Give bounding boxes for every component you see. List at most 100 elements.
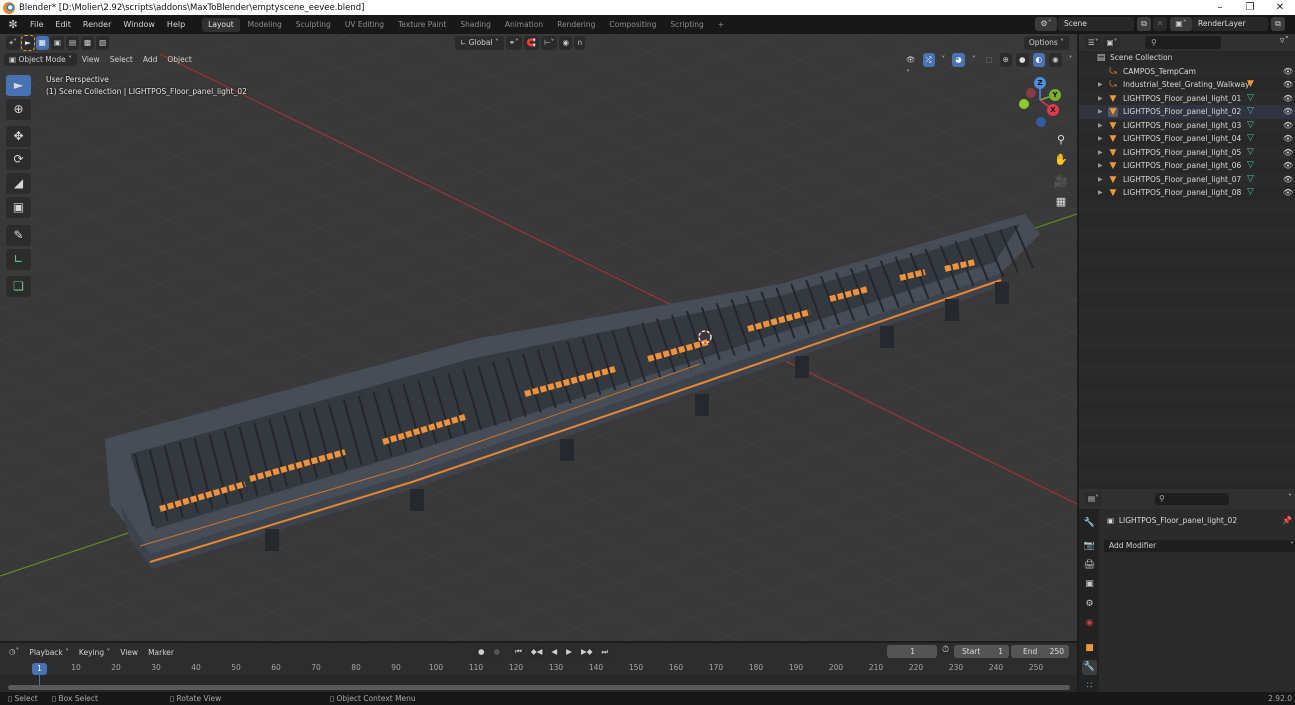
auto-keying-toggle[interactable]: ● bbox=[475, 645, 488, 659]
visibility-eye-icon[interactable]: 👁 bbox=[1283, 65, 1293, 79]
tab-sculpting[interactable]: Sculpting bbox=[290, 18, 337, 32]
pin-icon[interactable]: 📌 bbox=[1282, 516, 1292, 525]
selection-mode-invert-button[interactable]: ▩ bbox=[81, 35, 95, 50]
transform-orientation-dropdown[interactable]: ∟ Global ˅ bbox=[455, 36, 504, 50]
scene-tab-icon[interactable]: ⚙ bbox=[1082, 597, 1097, 612]
snap-toggle[interactable]: 🧲 bbox=[523, 36, 540, 50]
scene-selector-icon[interactable]: ⚙˅ bbox=[1035, 17, 1057, 31]
xray-toggle[interactable]: □ bbox=[983, 53, 996, 67]
expand-arrow-icon[interactable]: ▶ bbox=[1098, 159, 1103, 173]
view-layer-name-field[interactable]: RenderLayer bbox=[1192, 17, 1268, 31]
tool-tab-icon[interactable]: 🔧 bbox=[1082, 516, 1097, 531]
move-tool-icon[interactable]: ✥ bbox=[6, 126, 31, 147]
mesh-data-icon[interactable]: ▽ bbox=[1247, 186, 1254, 200]
minimize-button[interactable]: – bbox=[1205, 0, 1235, 15]
visibility-eye-icon[interactable]: 👁 bbox=[1283, 132, 1293, 146]
selection-mode-subtract-button[interactable]: ▤ bbox=[65, 35, 80, 50]
outliner-item[interactable]: ▶ ▼ LIGHTPOS_Floor_panel_light_02 ▽ 👁 bbox=[1079, 105, 1295, 119]
menu-object[interactable]: Object bbox=[162, 53, 196, 66]
modifiers-tab-icon[interactable]: 🔧 bbox=[1082, 660, 1097, 675]
proportional-editing-toggle[interactable]: ◉ bbox=[559, 36, 572, 50]
marker-menu[interactable]: Marker bbox=[143, 648, 179, 657]
empty-object-icon[interactable]: ⤿ bbox=[1108, 80, 1118, 90]
menu-view[interactable]: View bbox=[77, 53, 105, 66]
close-button[interactable]: ✕ bbox=[1265, 0, 1295, 15]
mesh-object-icon[interactable]: ▼ bbox=[1108, 188, 1118, 198]
editor-type-button[interactable]: ⌖˅ bbox=[6, 35, 20, 50]
mesh-object-icon[interactable]: ▼ bbox=[1108, 94, 1118, 104]
selection-mode-extend-button[interactable]: ▣ bbox=[50, 35, 64, 50]
visibility-eye-icon[interactable]: 👁 bbox=[1283, 146, 1293, 160]
properties-search-input[interactable]: ⚲ bbox=[1155, 493, 1229, 505]
visibility-eye-icon[interactable]: 👁 bbox=[1283, 173, 1293, 187]
expand-arrow-icon[interactable]: ▶ bbox=[1098, 78, 1103, 92]
keying-set-button[interactable]: ● bbox=[490, 645, 504, 659]
visibility-eye-icon[interactable]: 👁 bbox=[1283, 159, 1293, 173]
cursor-tool-icon[interactable]: ⊕ bbox=[6, 99, 31, 120]
options-dropdown[interactable]: Options ˅ bbox=[1023, 36, 1069, 50]
delete-scene-button[interactable]: ✕ bbox=[1153, 17, 1167, 31]
blender-menu-icon[interactable]: ✼ bbox=[6, 18, 20, 32]
expand-arrow-icon[interactable]: ▶ bbox=[1098, 186, 1103, 200]
expand-arrow-icon[interactable]: ▶ bbox=[1098, 105, 1103, 119]
prev-keyframe-button[interactable]: ◆◀ bbox=[527, 645, 546, 659]
measure-tool-icon[interactable]: ∟ bbox=[6, 249, 31, 270]
outliner-item[interactable]: ▶ ▼ LIGHTPOS_Floor_panel_light_08 ▽ 👁 bbox=[1079, 186, 1295, 200]
menu-file[interactable]: File bbox=[24, 15, 49, 34]
scene-collection-row[interactable]: ▤ Scene Collection bbox=[1079, 51, 1295, 65]
visibility-eye-icon[interactable]: 👁 bbox=[1283, 78, 1293, 92]
menu-edit[interactable]: Edit bbox=[49, 15, 77, 34]
world-tab-icon[interactable]: ◉ bbox=[1082, 616, 1097, 631]
play-reverse-button[interactable]: ◀ bbox=[548, 645, 561, 659]
expand-arrow-icon[interactable]: ▶ bbox=[1098, 146, 1103, 160]
outliner-item[interactable]: ▶ ⤿ Industrial_Steel_Grating_Walkway ▼ 👁 bbox=[1079, 78, 1295, 92]
mesh-data-icon[interactable]: ▽ bbox=[1247, 146, 1254, 160]
selection-mode-intersect-button[interactable]: ▧ bbox=[96, 35, 110, 50]
mesh-data-icon[interactable]: ▽ bbox=[1247, 119, 1254, 133]
timeline-editor-type-button[interactable]: ◷˅ bbox=[6, 645, 22, 659]
rendered-shading-button[interactable]: ◉ bbox=[1049, 53, 1062, 67]
outliner-item[interactable]: ⤿ CAMPOS_TempCam 👁 bbox=[1079, 64, 1295, 79]
next-keyframe-button[interactable]: ▶◆ bbox=[577, 645, 596, 659]
annotate-tool-icon[interactable]: ✎ bbox=[6, 225, 31, 246]
add-cube-tool-icon[interactable]: ❏ bbox=[6, 276, 31, 297]
menu-help[interactable]: Help bbox=[161, 15, 191, 34]
ortho-grid-icon[interactable]: ▦ bbox=[1051, 192, 1071, 212]
neg-z-axis-icon[interactable] bbox=[1036, 117, 1046, 127]
mesh-object-icon[interactable]: ▼ bbox=[1108, 134, 1118, 144]
solid-shading-button[interactable]: ● bbox=[1015, 53, 1029, 67]
add-modifier-dropdown[interactable]: Add Modifier ˅ bbox=[1104, 540, 1295, 552]
neg-x-axis-icon[interactable] bbox=[1026, 88, 1036, 98]
play-button[interactable]: ▶ bbox=[563, 645, 575, 659]
visibility-dropdown[interactable]: 👁˅ bbox=[903, 53, 919, 78]
menu-render[interactable]: Render bbox=[77, 15, 117, 34]
timeline-view-menu[interactable]: View bbox=[115, 648, 143, 657]
proportional-falloff-dropdown[interactable]: ∩ bbox=[573, 36, 586, 50]
expand-arrow-icon[interactable]: ▶ bbox=[1098, 132, 1103, 146]
pivot-point-dropdown[interactable]: ⚭˅ bbox=[505, 36, 522, 50]
timeline-scrollbar[interactable] bbox=[8, 685, 1070, 690]
visibility-eye-icon[interactable]: 👁 bbox=[1283, 119, 1293, 133]
mesh-object-icon[interactable]: ▼ bbox=[1108, 148, 1118, 158]
properties-editor-type-button[interactable]: ▤˅ bbox=[1085, 492, 1102, 506]
menu-window[interactable]: Window bbox=[117, 15, 161, 34]
tab-rendering[interactable]: Rendering bbox=[551, 18, 601, 32]
rotate-tool-icon[interactable]: ⟳ bbox=[6, 149, 31, 170]
jump-start-button[interactable]: ⏮ bbox=[512, 645, 525, 659]
visibility-eye-icon[interactable]: 👁 bbox=[1283, 105, 1293, 119]
filter-icon[interactable]: ▿˅ bbox=[1280, 36, 1289, 46]
visibility-eye-icon[interactable]: 👁 bbox=[1283, 186, 1293, 200]
tab-layout[interactable]: Layout bbox=[202, 17, 240, 32]
display-mode-dropdown[interactable]: ▣˅ bbox=[1103, 35, 1121, 50]
output-tab-icon[interactable]: 🖨 bbox=[1082, 558, 1097, 573]
gizmo-dropdown[interactable]: ˅ bbox=[939, 53, 949, 67]
jump-end-button[interactable]: ⏭ bbox=[598, 645, 612, 659]
select-tool-button[interactable]: ► bbox=[21, 34, 35, 51]
expand-arrow-icon[interactable]: ▶ bbox=[1098, 173, 1103, 187]
z-axis-icon[interactable]: Z bbox=[1034, 77, 1046, 89]
overlays-dropdown[interactable]: ˅ bbox=[969, 53, 979, 67]
new-scene-button[interactable]: ⧉ bbox=[1137, 17, 1151, 31]
navigation-gizmo[interactable]: Z Y X bbox=[1015, 74, 1075, 134]
snap-target-dropdown[interactable]: ⊢˅ bbox=[541, 36, 558, 50]
object-tab-icon[interactable]: ■ bbox=[1082, 641, 1097, 656]
